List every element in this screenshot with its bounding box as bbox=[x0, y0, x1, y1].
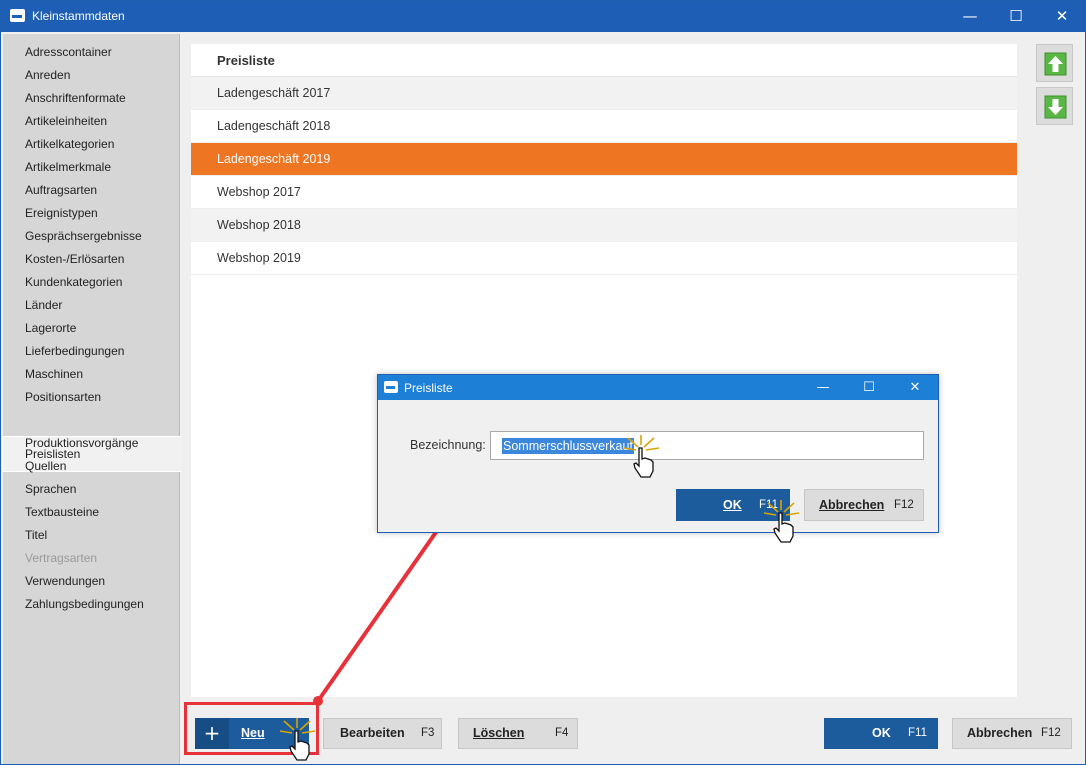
dialog-cancel-button[interactable]: Abbrechen F12 bbox=[804, 489, 924, 521]
bezeichnung-input-value: Sommerschlussverkauf bbox=[502, 438, 634, 454]
dialog-app-icon bbox=[384, 381, 398, 393]
dialog-maximize-button[interactable]: ☐ bbox=[846, 375, 892, 400]
dialog-cancel-label: Abbrechen bbox=[819, 498, 885, 512]
click-cursor-icon bbox=[764, 500, 800, 543]
bezeichnung-input[interactable]: Sommerschlussverkauf bbox=[490, 431, 924, 460]
click-cursor-icon bbox=[280, 718, 316, 761]
dialog-minimize-button[interactable]: — bbox=[800, 375, 846, 400]
click-cursor-icon bbox=[624, 435, 660, 478]
dialog-cancel-key: F12 bbox=[894, 499, 914, 511]
dialog-title-bar: Preisliste — ☐ ✕ bbox=[378, 375, 938, 400]
dialog-ok-label: OK bbox=[723, 498, 742, 512]
dialog-close-button[interactable]: ✕ bbox=[892, 375, 938, 400]
dialog-title: Preisliste bbox=[404, 381, 453, 395]
bezeichnung-label: Bezeichnung: bbox=[410, 438, 486, 452]
